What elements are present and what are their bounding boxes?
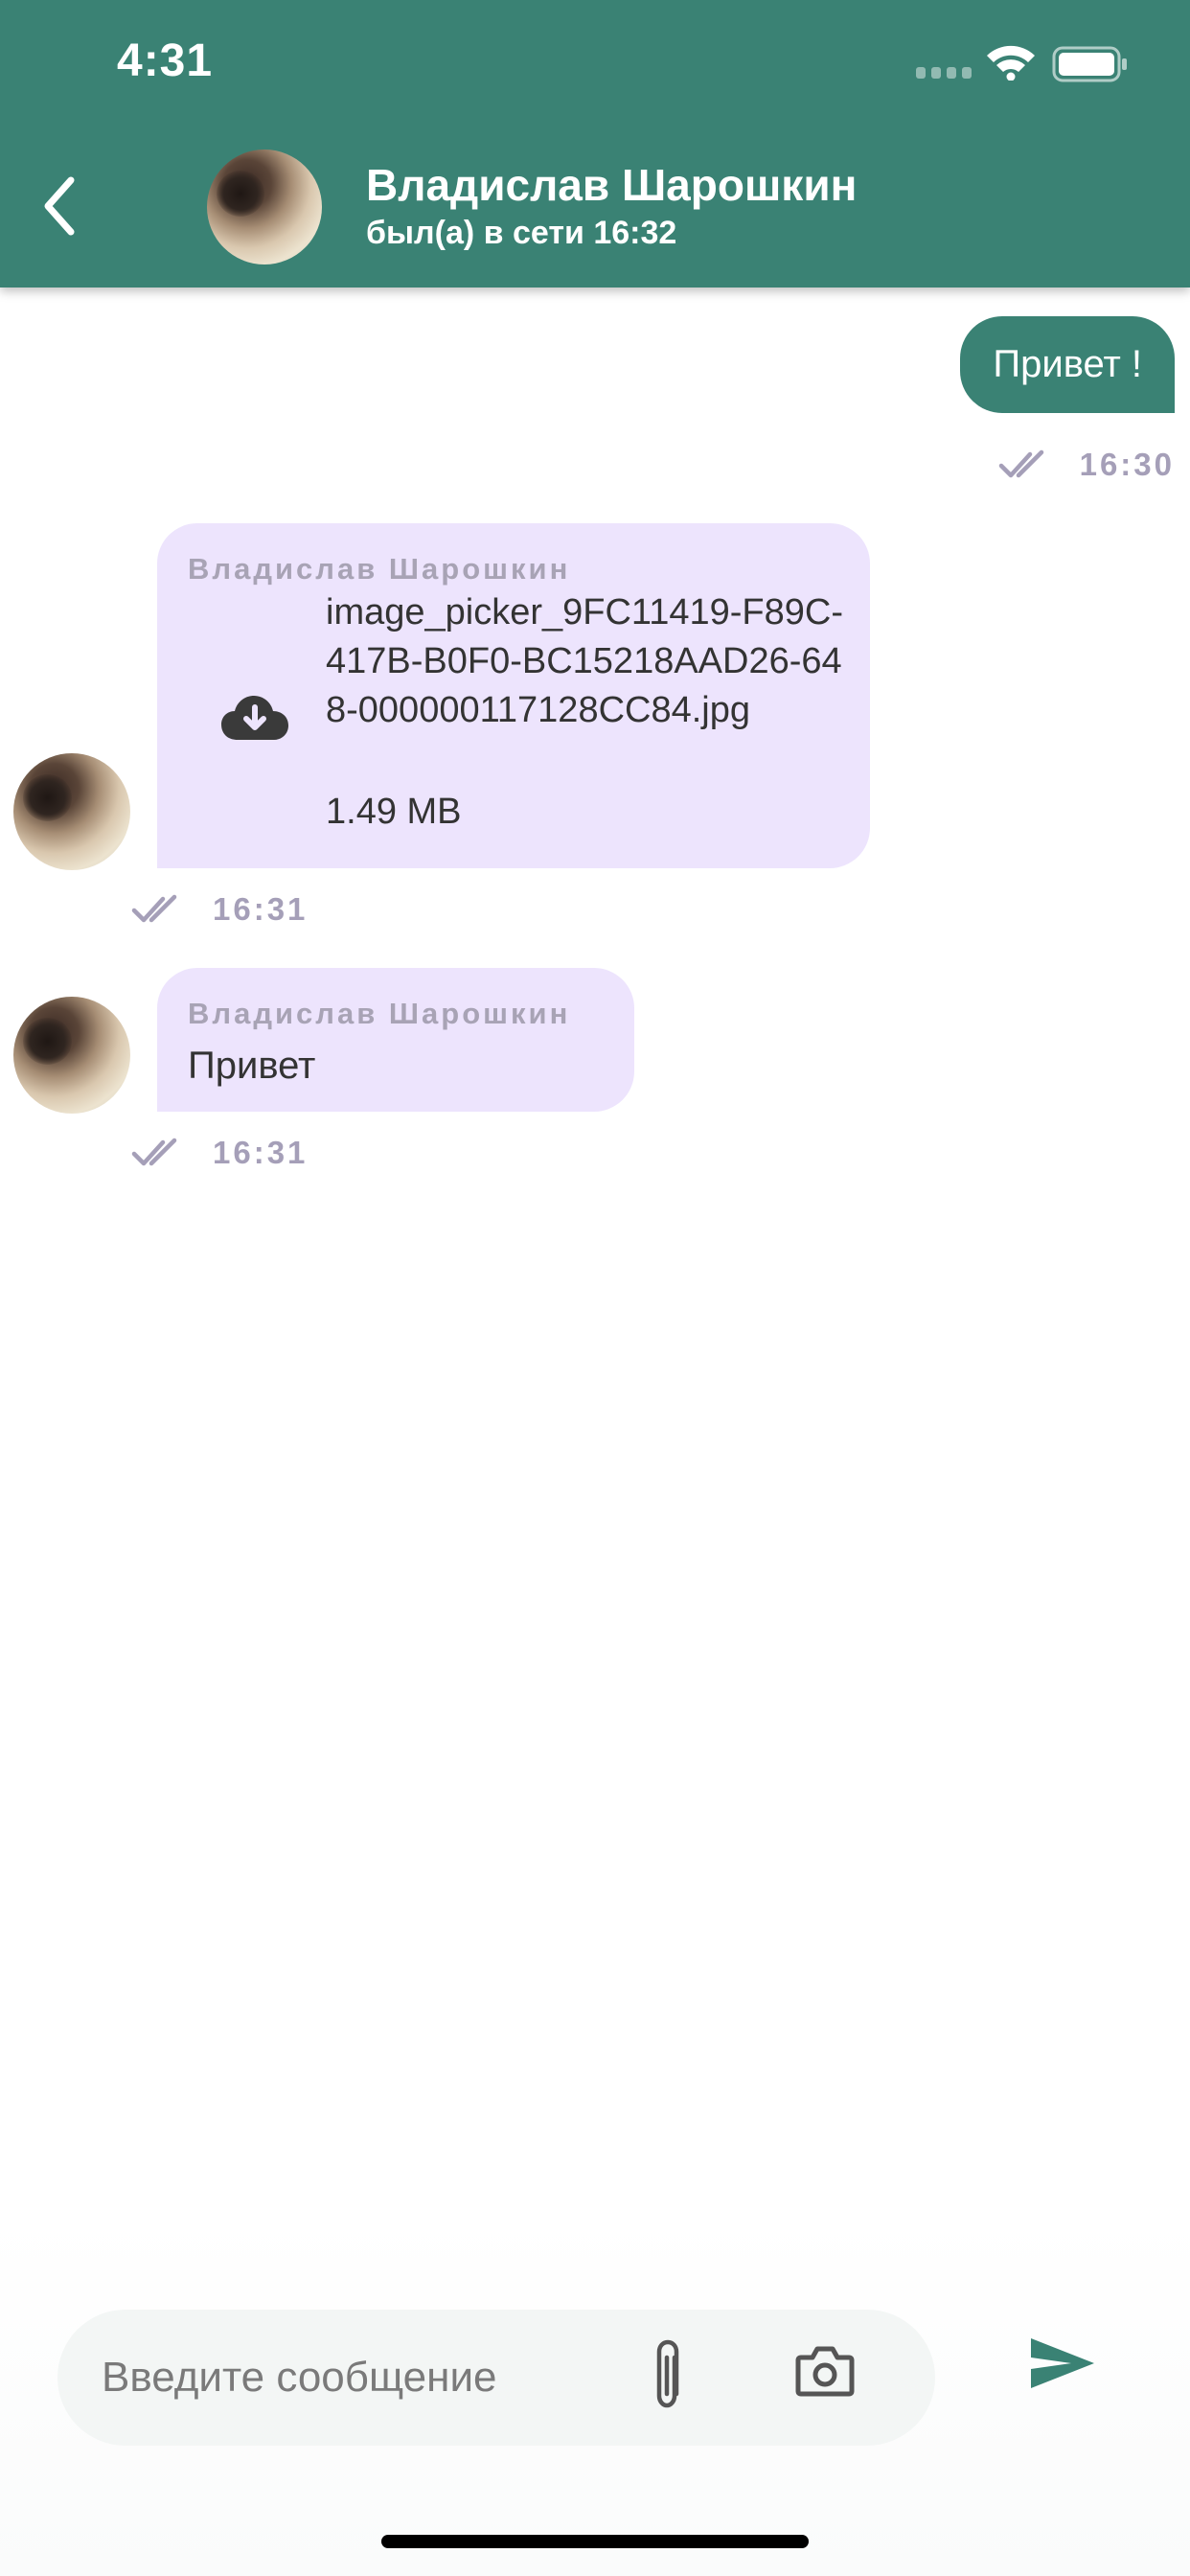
sender-name: Владислав Шарошкин <box>188 997 571 1030</box>
message-input-container <box>57 2310 935 2446</box>
double-check-icon <box>998 449 1043 478</box>
message-meta: 16:30 <box>997 447 1175 483</box>
message-time: 16:31 <box>213 891 309 927</box>
message-meta: 16:31 <box>130 1135 308 1171</box>
double-check-icon <box>131 894 177 923</box>
message-composer <box>0 2214 1190 2576</box>
message-text: Привет <box>188 1045 316 1087</box>
battery-icon <box>1052 46 1127 82</box>
double-check-icon <box>131 1138 177 1166</box>
file-name: image_picker_9FC11419-F89C-417B-B0F0-BC1… <box>326 592 843 730</box>
message-meta: 16:31 <box>130 891 308 928</box>
incoming-message-bubble[interactable]: Владислав Шарошкин Привет <box>157 968 634 1112</box>
sender-avatar[interactable] <box>13 753 130 870</box>
cloud-download-icon[interactable] <box>220 694 289 742</box>
message-input[interactable] <box>102 2344 638 2411</box>
cellular-signal-icon <box>916 67 972 79</box>
camera-icon[interactable] <box>795 2344 855 2398</box>
file-size: 1.49 MB <box>326 792 462 832</box>
back-chevron-icon[interactable] <box>38 172 80 240</box>
chat-screen: 4:31 Владислав Шарошкин был(а) в сети 16… <box>0 0 1190 2576</box>
message-time: 16:31 <box>213 1135 309 1170</box>
sender-name: Владислав Шарошкин <box>188 552 571 586</box>
home-indicator <box>381 2535 809 2548</box>
contact-last-seen: был(а) в сети 16:32 <box>366 215 677 251</box>
paperclip-icon[interactable] <box>648 2338 686 2417</box>
incoming-file-bubble[interactable]: Владислав Шарошкин image_picker_9FC11419… <box>157 523 870 868</box>
wifi-icon <box>987 45 1035 80</box>
status-bar-time: 4:31 <box>117 35 214 86</box>
sender-avatar[interactable] <box>13 997 130 1114</box>
send-icon[interactable] <box>1029 2334 1096 2392</box>
chat-header: 4:31 Владислав Шарошкин был(а) в сети 16… <box>0 0 1190 288</box>
outgoing-message-bubble[interactable]: Привет ! <box>960 316 1175 413</box>
message-time: 16:30 <box>1079 447 1175 482</box>
message-text: Привет ! <box>993 343 1142 385</box>
contact-name[interactable]: Владислав Шарошкин <box>366 159 857 211</box>
contact-avatar[interactable] <box>207 150 322 264</box>
